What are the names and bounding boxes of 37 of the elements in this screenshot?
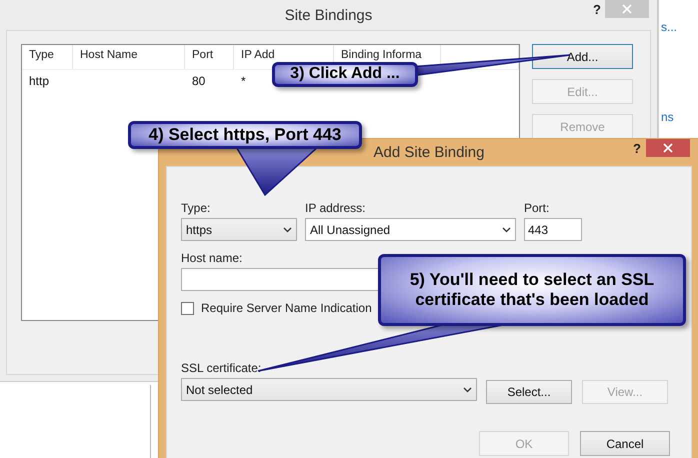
window-title: Site Bindings <box>284 6 372 24</box>
dropdown-icon <box>283 226 292 232</box>
column-header[interactable]: Type <box>29 49 54 61</box>
field-label: IP address: <box>305 201 366 215</box>
dialog-button[interactable]: Cancel <box>580 431 670 456</box>
column-header[interactable]: Binding Informa <box>341 49 422 61</box>
field-label: Type: <box>181 201 212 215</box>
column-header[interactable]: IP Add <box>241 49 275 61</box>
close-button[interactable] <box>646 139 690 157</box>
dialog-button[interactable]: Add... <box>532 44 633 69</box>
column-header[interactable]: Host Name <box>80 49 138 61</box>
close-icon <box>663 143 673 153</box>
dropdown-icon <box>463 386 472 392</box>
callout: 5) You'll need to select an SSL certificate that's been loaded <box>378 254 686 326</box>
help-button[interactable]: ? <box>593 2 601 17</box>
help-button[interactable]: ? <box>633 141 641 156</box>
field-label: Port: <box>524 201 550 215</box>
checkbox[interactable] <box>181 302 194 314</box>
table-cell: http <box>29 74 50 88</box>
dropdown-icon <box>502 226 511 232</box>
port-field[interactable]: 443 <box>524 218 582 241</box>
close-icon <box>622 4 632 14</box>
checkbox-label: Require Server Name Indication <box>201 301 372 315</box>
dialog-button[interactable]: Select... <box>486 380 572 404</box>
column-header[interactable]: Port <box>192 49 214 61</box>
callout: 4) Select https, Port 443 <box>128 121 362 149</box>
type-dropdown[interactable]: https <box>181 218 297 241</box>
link[interactable]: ns <box>661 110 698 124</box>
window-title: Add Site Binding <box>374 144 484 161</box>
field-label: Host name: <box>181 251 244 265</box>
field-label: SSL certificate: <box>181 361 262 375</box>
table-cell: 80 <box>192 74 206 88</box>
table-cell: * <box>241 74 246 88</box>
ssl-certificate-dropdown[interactable]: Not selected <box>181 378 477 401</box>
link[interactable]: s... <box>661 20 698 34</box>
ip-address-dropdown[interactable]: All Unassigned <box>305 218 516 241</box>
callout: 3) Click Add ... <box>272 62 418 87</box>
